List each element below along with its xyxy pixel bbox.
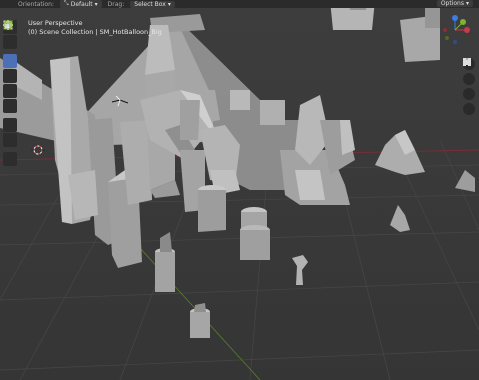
move-tool[interactable] <box>3 20 17 68</box>
tool-shelf <box>3 20 17 166</box>
ortho-toggle-button[interactable] <box>463 58 475 115</box>
camera-view-button[interactable] <box>463 60 475 100</box>
gizmo-x-axis[interactable] <box>464 27 470 33</box>
chevron-down-icon: ▾ <box>94 0 98 8</box>
options-label: Options <box>440 0 464 7</box>
3d-viewport[interactable]: User Perspective (0) Scene Collection | … <box>0 8 479 380</box>
rotate-tool[interactable] <box>3 21 17 83</box>
orientation-dropdown[interactable]: ⤡ Default ▾ <box>59 0 102 8</box>
drag-value: Select Box <box>134 0 166 8</box>
add-cube-icon <box>3 20 13 30</box>
perspective-label: User Perspective <box>28 19 83 27</box>
collection-label: (0) Scene Collection | SM_HotBalloon_Big <box>28 28 162 36</box>
floating-block <box>330 8 375 30</box>
annotate-tool[interactable] <box>3 20 17 132</box>
orientation-icon: ⤡ <box>63 0 69 7</box>
viewport-info: User Perspective (0) Scene Collection | … <box>28 19 162 37</box>
scene-canvas <box>0 8 479 380</box>
gizmo-z-axis[interactable] <box>452 15 458 21</box>
chevron-down-icon: ▾ <box>465 0 469 7</box>
chevron-down-icon: ▾ <box>167 0 171 8</box>
scale-tool[interactable] <box>3 21 17 98</box>
drag-dropdown[interactable]: Select Box ▾ <box>130 0 175 8</box>
orientation-value: Default <box>70 0 93 8</box>
cursor-tool[interactable] <box>3 20 17 49</box>
options-dropdown[interactable]: Options ▾ <box>436 0 473 7</box>
grid-icon <box>463 58 471 66</box>
viewport-header: Orientation: ⤡ Default ▾ Drag: Select Bo… <box>0 0 479 8</box>
pan-button[interactable] <box>463 58 475 85</box>
add-cube-tool[interactable] <box>3 20 17 166</box>
navigation-buttons <box>463 58 475 115</box>
transform-tool[interactable] <box>3 20 17 113</box>
drag-label: Drag: <box>107 0 125 8</box>
measure-tool[interactable] <box>3 20 17 147</box>
gizmo-y-axis[interactable] <box>460 19 466 25</box>
orientation-label: Orientation: <box>18 0 54 8</box>
